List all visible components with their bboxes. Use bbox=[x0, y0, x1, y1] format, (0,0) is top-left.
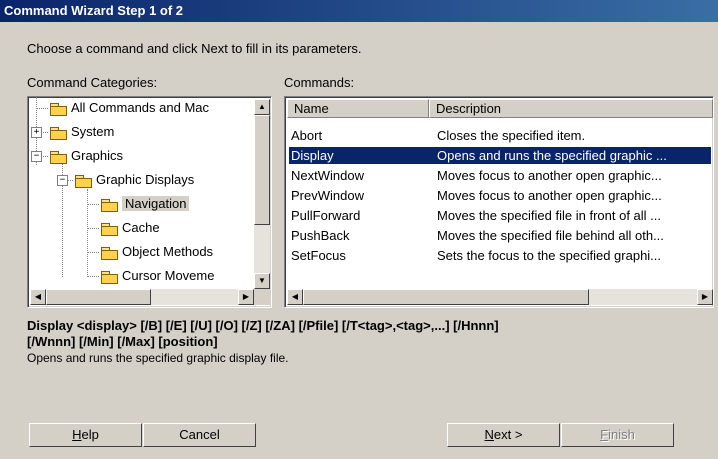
command-syntax-line-1: Display <display> [/B] [/E] [/U] [/O] [/… bbox=[27, 318, 499, 333]
scroll-up-icon[interactable]: ▲ bbox=[254, 99, 270, 115]
tree-item-graphic-displays[interactable]: Graphic Displays bbox=[75, 170, 194, 190]
next-mnemonic: N bbox=[484, 427, 494, 442]
tree-item-object-methods[interactable]: Object Methods bbox=[101, 242, 213, 262]
command-row[interactable]: PrevWindow Moves focus to another open g… bbox=[289, 187, 711, 204]
folder-icon bbox=[50, 102, 67, 116]
scroll-right-icon[interactable]: ▶ bbox=[697, 289, 713, 305]
command-row[interactable]: PushBack Moves the specified file behind… bbox=[289, 227, 711, 244]
cancel-button[interactable]: Cancel bbox=[143, 423, 256, 447]
folder-icon bbox=[101, 198, 118, 212]
folder-icon bbox=[101, 246, 118, 260]
command-row[interactable]: SetFocus Sets the focus to the specified… bbox=[289, 247, 711, 264]
tree-item-cache[interactable]: Cache bbox=[101, 218, 160, 238]
tree-item-label: Cursor Moveme bbox=[122, 268, 215, 283]
expand-icon[interactable]: + bbox=[31, 127, 42, 138]
command-row[interactable]: PullForward Moves the specified file in … bbox=[289, 207, 711, 224]
tree-line bbox=[87, 228, 99, 229]
command-name: PullForward bbox=[291, 208, 361, 223]
folder-icon bbox=[101, 222, 118, 236]
tree-item-label: Object Methods bbox=[122, 244, 214, 259]
help-mnemonic: H bbox=[72, 427, 82, 442]
scroll-left-icon[interactable]: ◀ bbox=[287, 289, 303, 305]
finish-mnemonic: F bbox=[600, 427, 609, 442]
tree-vscroll-thumb[interactable] bbox=[254, 115, 270, 225]
tree-item-label: System bbox=[71, 124, 115, 139]
command-description-text: Opens and runs the specified graphic dis… bbox=[27, 351, 289, 365]
command-name: Abort bbox=[291, 128, 323, 143]
command-description: Moves the specified file behind all oth.… bbox=[437, 228, 664, 243]
next-button[interactable]: Next > bbox=[447, 423, 560, 447]
categories-label: Command Categories: bbox=[27, 75, 158, 90]
next-label-rest: ext > bbox=[493, 427, 523, 442]
tree-line bbox=[87, 189, 88, 277]
tree-line bbox=[87, 252, 99, 253]
tree-item-label: Navigation bbox=[122, 196, 190, 211]
tree-item-label: Graphic Displays bbox=[96, 172, 195, 187]
scroll-down-icon[interactable]: ▼ bbox=[254, 273, 270, 289]
command-row[interactable]: Abort Closes the specified item. bbox=[289, 127, 711, 144]
tree-item-label: All Commands and Mac bbox=[71, 100, 209, 115]
help-button[interactable]: Help bbox=[29, 423, 142, 447]
tree-item-graphics[interactable]: Graphics bbox=[50, 146, 123, 166]
scroll-corner bbox=[254, 289, 270, 305]
command-description: Closes the specified item. bbox=[437, 128, 586, 143]
tree-item-cursor-movement[interactable]: Cursor Moveme bbox=[101, 266, 214, 286]
tree-item-navigation[interactable]: Navigation bbox=[101, 194, 190, 214]
command-description: Moves the specified file in front of all… bbox=[437, 208, 661, 223]
commands-label: Commands: bbox=[284, 75, 355, 90]
window-title: Command Wizard Step 1 of 2 bbox=[0, 0, 718, 22]
tree-item-all-commands[interactable]: All Commands and Mac bbox=[50, 98, 209, 118]
command-name: Display bbox=[291, 148, 334, 163]
collapse-icon[interactable]: − bbox=[57, 175, 68, 186]
command-name: SetFocus bbox=[291, 248, 346, 263]
commands-list[interactable]: Name Description Abort Closes the specif… bbox=[284, 96, 714, 308]
command-name: PushBack bbox=[291, 228, 350, 243]
finish-label-rest: inish bbox=[608, 427, 635, 442]
tree-item-label: Cache bbox=[122, 220, 160, 235]
tree-item-system[interactable]: System bbox=[50, 122, 114, 142]
command-row[interactable]: NextWindow Moves focus to another open g… bbox=[289, 167, 711, 184]
command-row-selected[interactable]: Display Opens and runs the specified gra… bbox=[288, 146, 712, 165]
folder-icon bbox=[50, 150, 67, 164]
command-description: Sets the focus to the specified graphi..… bbox=[437, 248, 662, 263]
scroll-right-icon[interactable]: ▶ bbox=[238, 289, 254, 305]
scroll-left-icon[interactable]: ◀ bbox=[30, 289, 46, 305]
folder-icon bbox=[75, 174, 92, 188]
command-name: NextWindow bbox=[291, 168, 364, 183]
folder-icon bbox=[50, 126, 67, 140]
instructions-text: Choose a command and click Next to fill … bbox=[27, 41, 362, 56]
collapse-icon[interactable]: − bbox=[31, 151, 42, 162]
tree-line bbox=[87, 204, 99, 205]
command-syntax-line-2: [/Wnnn] [/Min] [/Max] [position] bbox=[27, 334, 218, 349]
column-header-name[interactable]: Name bbox=[287, 99, 429, 118]
finish-button[interactable]: Finish bbox=[561, 423, 674, 447]
command-description: Opens and runs the specified graphic ... bbox=[437, 148, 667, 163]
column-header-description[interactable]: Description bbox=[429, 99, 713, 118]
tree-line bbox=[36, 108, 48, 109]
command-name: PrevWindow bbox=[291, 188, 364, 203]
tree-line bbox=[41, 132, 48, 133]
tree-hscroll-thumb[interactable] bbox=[46, 289, 151, 305]
folder-icon bbox=[101, 270, 118, 284]
category-tree[interactable]: + − − All Commands and Mac System Graphi… bbox=[27, 96, 272, 308]
command-description: Moves focus to another open graphic... bbox=[437, 168, 662, 183]
tree-item-label: Graphics bbox=[71, 148, 124, 163]
list-hscroll-thumb[interactable] bbox=[303, 289, 589, 305]
help-label-rest: elp bbox=[81, 427, 99, 442]
tree-line bbox=[87, 276, 99, 277]
tree-line bbox=[41, 156, 48, 157]
command-description: Moves focus to another open graphic... bbox=[437, 188, 662, 203]
